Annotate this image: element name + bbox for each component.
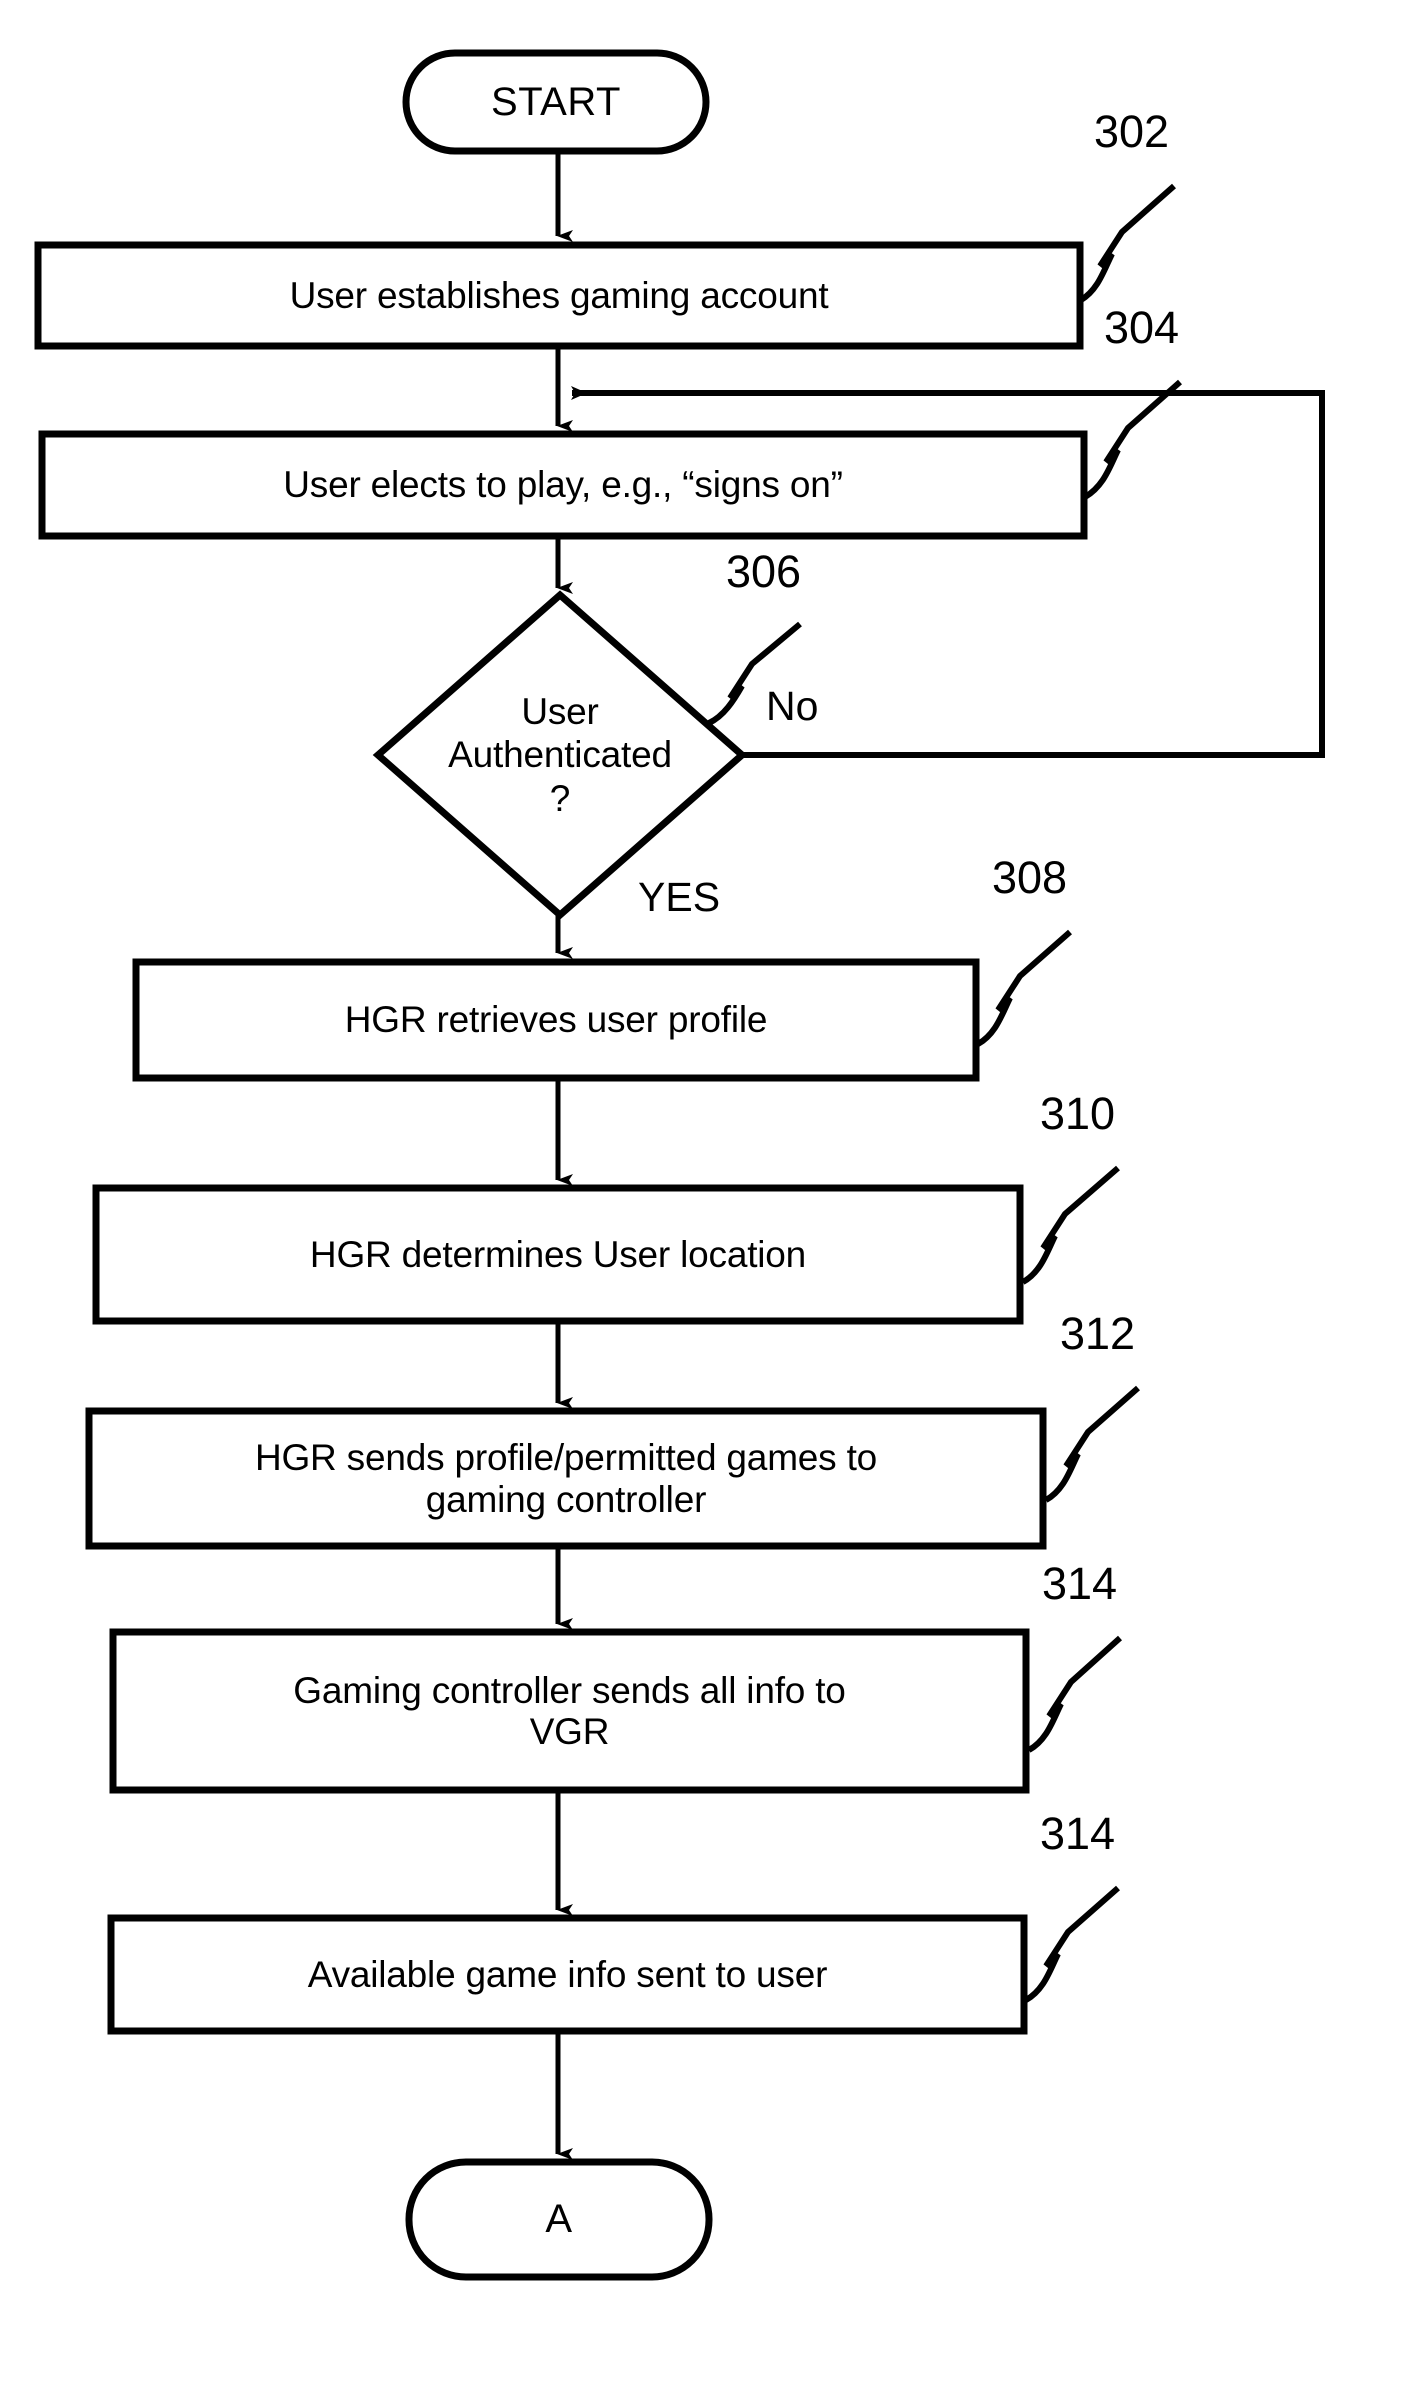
edge-label-no: No <box>766 683 819 729</box>
ref-numeral-314a: 314 <box>1042 1558 1118 1609</box>
ref-numeral-310: 310 <box>1040 1088 1116 1139</box>
flowchart-graphics <box>34 49 1325 2281</box>
ref-numeral-306: 306 <box>726 546 802 597</box>
node-302-shape <box>34 241 1084 350</box>
node-connector-a-shape <box>405 2158 713 2281</box>
node-start-shape <box>402 49 710 155</box>
leader-312 <box>1044 1385 1140 1503</box>
ref-numeral-304: 304 <box>1104 302 1180 353</box>
node-314a-shape <box>109 1628 1030 1794</box>
leader-308 <box>976 929 1072 1047</box>
leader-310 <box>1021 1165 1120 1285</box>
ref-numeral-308: 308 <box>992 852 1068 903</box>
node-310-shape <box>92 1184 1024 1325</box>
leader-314b <box>1024 1885 1120 2003</box>
leader-304 <box>1083 379 1182 500</box>
leader-314a <box>1027 1635 1123 1753</box>
leader-302 <box>1079 183 1176 303</box>
node-314b-shape <box>107 1914 1028 2035</box>
ref-numeral-312: 312 <box>1060 1308 1136 1359</box>
ref-numeral-314b: 314 <box>1040 1808 1116 1859</box>
edge-label-yes: YES <box>638 874 721 920</box>
node-312-shape <box>85 1407 1047 1550</box>
node-306-shape <box>372 590 748 920</box>
ref-numeral-302: 302 <box>1094 106 1170 157</box>
node-304-shape <box>38 430 1088 540</box>
flowchart-canvas: START User establishes gaming account Us… <box>0 0 1402 2384</box>
node-308-shape <box>132 958 980 1082</box>
